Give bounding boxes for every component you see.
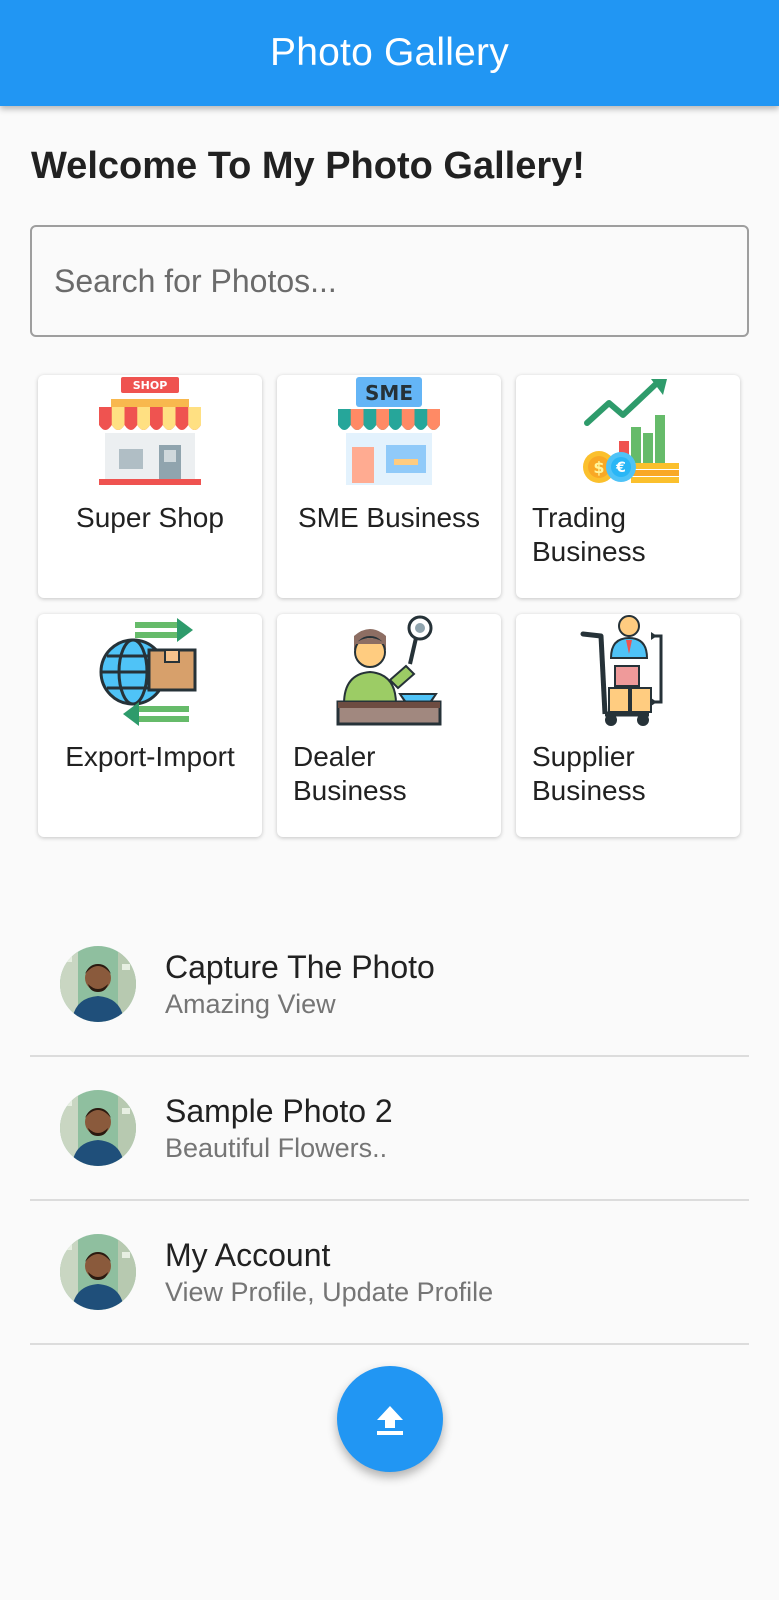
category-label: Supplier Business: [532, 741, 646, 806]
list-item-title: Capture The Photo: [165, 949, 435, 985]
category-label: Super Shop: [76, 502, 224, 533]
list-item-subtitle: Beautiful Flowers..: [165, 1133, 388, 1163]
app-bar-title: Photo Gallery: [270, 31, 509, 74]
category-label: SME Business: [297, 502, 481, 533]
category-card-sme-business[interactable]: SME SME Business: [277, 375, 501, 598]
category-card-dealer-business[interactable]: Dealer Business: [277, 614, 501, 837]
page-title: Welcome To My Photo Gallery!: [31, 145, 585, 187]
svg-text:SME: SME: [365, 381, 413, 405]
dealer-icon: [332, 614, 446, 728]
category-card-super-shop[interactable]: SHOP Super Shop: [38, 375, 262, 598]
avatar: [60, 1234, 136, 1310]
category-grid: SHOP Super Shop SME SME Business $ € Tra…: [30, 375, 749, 837]
list-item[interactable]: Sample Photo 2 Beautiful Flowers..: [30, 1057, 749, 1201]
list-item-subtitle: View Profile, Update Profile: [165, 1277, 494, 1307]
export-import-icon: [93, 614, 207, 728]
category-card-supplier-business[interactable]: Supplier Business: [516, 614, 740, 837]
search-input[interactable]: Search for Photos...: [30, 225, 749, 337]
category-label: Trading Business: [532, 502, 646, 567]
svg-text:€: €: [615, 460, 626, 476]
list-item-text: Sample Photo 2 Beautiful Flowers..: [165, 1091, 393, 1165]
sme-store-icon: SME: [332, 375, 446, 489]
category-label: Export-Import: [65, 741, 235, 772]
category-card-export-import[interactable]: Export-Import: [38, 614, 262, 837]
list-item-text: Capture The Photo Amazing View: [165, 947, 435, 1021]
upload-fab-button[interactable]: [337, 1366, 443, 1472]
avatar: [60, 946, 136, 1022]
svg-text:$: $: [593, 458, 604, 477]
main-content: Welcome To My Photo Gallery! Search for …: [0, 140, 779, 837]
upload-icon: [377, 1406, 403, 1435]
list-item-title: My Account: [165, 1237, 331, 1273]
category-label: Dealer Business: [293, 741, 407, 806]
list-item-subtitle: Amazing View: [165, 989, 336, 1019]
trading-chart-icon: $ €: [571, 375, 685, 489]
shop-icon: SHOP: [93, 375, 207, 489]
list-item-text: My Account View Profile, Update Profile: [165, 1235, 493, 1309]
list-item-title: Sample Photo 2: [165, 1093, 393, 1129]
list-item[interactable]: Capture The Photo Amazing View: [30, 913, 749, 1057]
list-item[interactable]: My Account View Profile, Update Profile: [30, 1201, 749, 1345]
photo-list: Capture The Photo Amazing View Sample Ph…: [0, 913, 779, 1345]
app-bar: Photo Gallery: [0, 0, 779, 106]
search-placeholder: Search for Photos...: [54, 262, 337, 299]
svg-text:SHOP: SHOP: [133, 379, 168, 392]
category-card-trading-business[interactable]: $ € Trading Business: [516, 375, 740, 598]
avatar: [60, 1090, 136, 1166]
supplier-icon: [571, 614, 685, 728]
